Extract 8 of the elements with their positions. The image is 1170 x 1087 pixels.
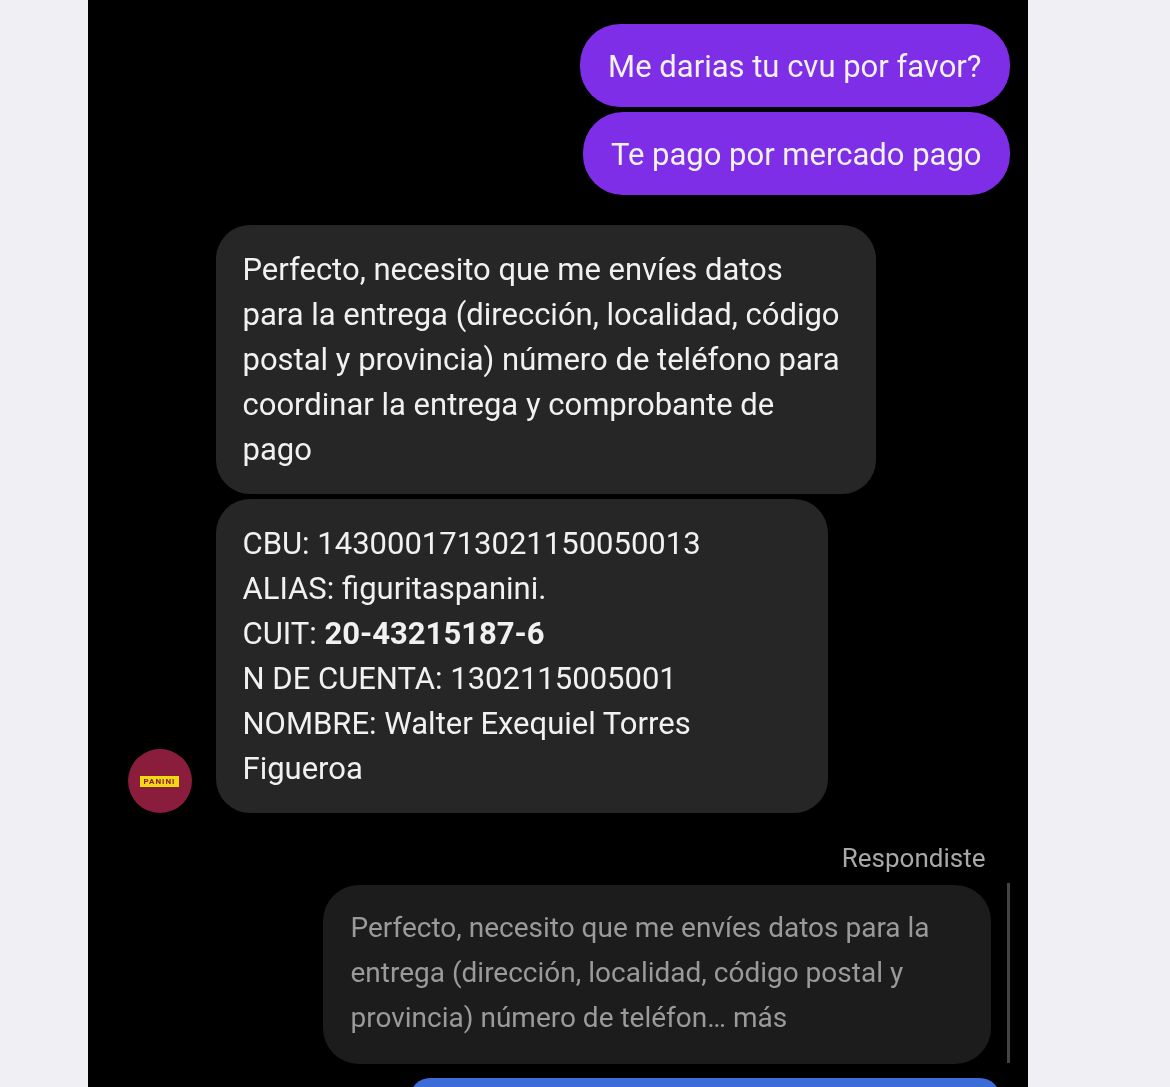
received-message: CBU: 1430001713021150050013 ALIAS: figuritaspanini. CUIT: 20-43215187-6 N DE CUENTA: 1302115005001 NOMBRE: Walter Exequiel Torres Figueroa bbox=[215, 499, 828, 813]
sent-message: Te pago por mercado pago bbox=[582, 112, 1010, 195]
avatar-logo-icon: PANINI bbox=[127, 749, 192, 813]
reply-caption: Respondiste bbox=[841, 843, 986, 873]
quoted-message[interactable]: Perfecto, necesito que me envíes datos para la entrega (dirección, localidad, código postal y provincia) número de teléfon… más bbox=[322, 885, 991, 1064]
sent-message: Me darias tu cvu por favor? bbox=[580, 24, 1010, 107]
more-link[interactable]: más bbox=[732, 1001, 788, 1034]
received-message: Perfecto, necesito que me envíes datos para la entrega (dirección, localidad, código postal y provincia) número de teléfono para coordinar la entrega y comprobante de pago bbox=[215, 225, 876, 494]
